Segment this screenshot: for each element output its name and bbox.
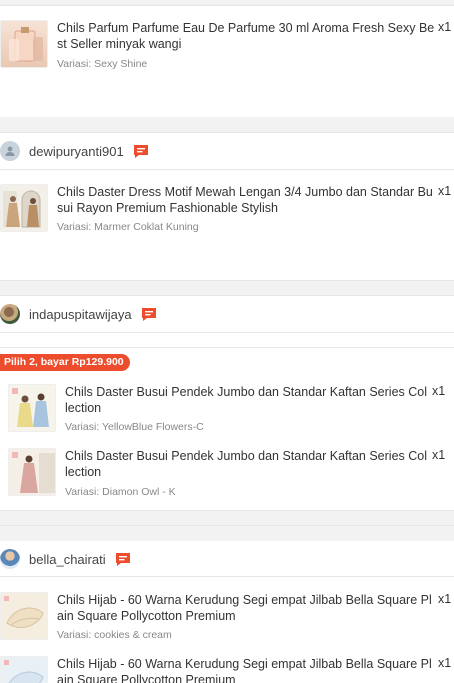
product-title: Chils Daster Busui Pendek Jumbo dan Stan… — [65, 385, 427, 415]
shop-avatar — [0, 549, 20, 569]
shop-header[interactable]: bella_chairati — [0, 541, 454, 577]
chat-bubble-icon[interactable] — [141, 307, 157, 322]
order-item[interactable]: Chils Daster Busui Pendek Jumbo dan Stan… — [0, 448, 454, 508]
product-thumbnail — [0, 592, 48, 640]
shop-name[interactable]: bella_chairati — [29, 552, 106, 567]
product-quantity: x1 — [438, 592, 452, 606]
order-item[interactable]: Chils Parfum Parfume Eau De Parfume 30 m… — [0, 20, 454, 80]
product-quantity: x1 — [438, 184, 452, 198]
product-quantity: x1 — [438, 656, 452, 670]
chat-bubble-icon[interactable] — [133, 144, 149, 159]
shop-name[interactable]: dewipuryanti901 — [29, 144, 124, 159]
product-title: Chils Parfum Parfume Eau De Parfume 30 m… — [57, 21, 435, 51]
order-item[interactable]: Chils Daster Busui Pendek Jumbo dan Stan… — [0, 384, 454, 444]
product-title: Chils Hijab - 60 Warna Kerudung Segi emp… — [57, 593, 432, 623]
bundle-promo-badge: Pilih 2, bayar Rp129.900 — [0, 354, 130, 371]
product-quantity: x1 — [432, 384, 446, 398]
product-quantity: x1 — [432, 448, 446, 462]
order-item[interactable]: Chils Hijab - 60 Warna Kerudung Segi emp… — [0, 656, 454, 683]
product-thumbnail — [0, 20, 48, 68]
product-thumbnail — [0, 184, 48, 232]
shop-header[interactable]: indapuspitawijaya — [0, 296, 454, 332]
shop-header[interactable]: dewipuryanti901 — [0, 133, 454, 169]
user-icon — [0, 141, 20, 161]
product-variant: Variasi: YellowBlue Flowers-C — [65, 421, 204, 433]
shop-avatar — [0, 304, 20, 324]
product-thumbnail — [8, 384, 56, 432]
order-item[interactable]: Chils Hijab - 60 Warna Kerudung Segi emp… — [0, 592, 454, 652]
shop-name[interactable]: indapuspitawijaya — [29, 307, 132, 322]
product-thumbnail — [0, 656, 48, 683]
product-title: Chils Daster Dress Motif Mewah Lengan 3/… — [57, 185, 433, 215]
product-variant: Variasi: cookies & cream — [57, 629, 172, 641]
product-title: Chils Daster Busui Pendek Jumbo dan Stan… — [65, 449, 427, 479]
product-variant: Variasi: Marmer Coklat Kuning — [57, 221, 199, 233]
chat-bubble-icon[interactable] — [115, 552, 131, 567]
product-variant: Variasi: Sexy Shine — [57, 58, 148, 70]
product-title: Chils Hijab - 60 Warna Kerudung Segi emp… — [57, 657, 432, 683]
order-item[interactable]: Chils Daster Dress Motif Mewah Lengan 3/… — [0, 184, 454, 244]
product-thumbnail — [8, 448, 56, 496]
product-variant: Variasi: Diamon Owl - K — [65, 486, 176, 498]
product-quantity: x1 — [438, 20, 452, 34]
